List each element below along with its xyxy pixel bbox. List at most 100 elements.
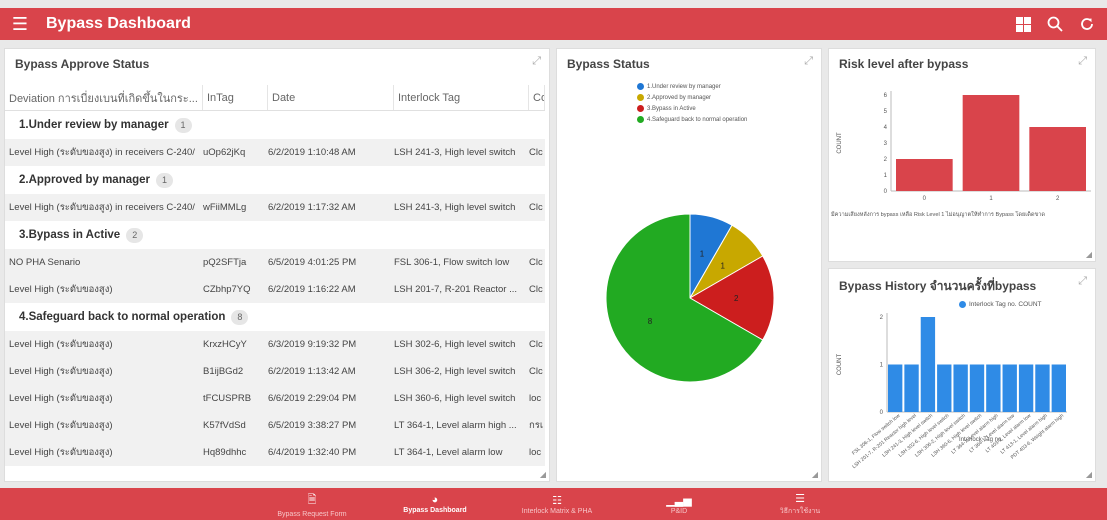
menu-icon[interactable]: ☰ [0,14,40,35]
table-row[interactable]: Level High (ระดับของสูง) KrxzHCyY 6/3/2019… [5,331,545,358]
table-cell: Hq89dhhc [203,447,247,458]
x-tick-label: 1 [989,196,993,202]
table-row[interactable]: Level High (ระดับของสูง) Hq89dhhc 6/4/2019… [5,439,545,466]
table-cell: LSH 302-6, High level switch [394,339,516,350]
risk-bar[interactable] [962,95,1020,191]
table-cell: loc [529,393,542,404]
group-label: 4.Safeguard back to normal operation [19,311,226,323]
y-tick-label: 1 [884,173,888,179]
nav-item[interactable]: ☷ Interlock Matrix & PHA [502,488,612,520]
top-app-bar: ☰ Bypass Dashboard [0,8,1107,40]
risk-bar[interactable] [896,159,953,191]
table-cell: Level High (ระดับของสูง) in receivers C-… [9,147,195,158]
group-header[interactable]: 4.Safeguard back to normal operation 8 [5,303,545,331]
resize-handle-icon[interactable]: ◢ [1086,250,1092,259]
table-cell: 6/6/2019 2:29:04 PM [268,393,357,404]
history-bar[interactable] [937,364,952,413]
matrix-icon: ☷ [552,494,562,507]
pid-icon: ▁▃▅ [666,494,692,507]
group-count-badge: 2 [126,227,144,243]
table-row[interactable]: Level High (ระดับของสูง) tFCUSPRB 6/6/2019… [5,385,545,412]
column-header[interactable]: Co [529,85,545,110]
table-cell: 6/2/2019 1:10:48 AM [268,147,356,158]
nav-item[interactable]: ☰ วิธีการใช้งาน [745,488,855,520]
group-header[interactable]: 3.Bypass in Active 2 [5,221,545,249]
table-cell: LT 364-1, Level alarm low [394,447,503,458]
column-header[interactable]: Date [268,85,394,110]
table-cell: 6/2/2019 1:17:32 AM [268,202,356,213]
table-row[interactable]: Level High (ระดับของสูง) B1ijBGd2 6/2/2019… [5,358,545,385]
nav-item[interactable]: ◕ Bypass Dashboard [380,488,490,520]
group-header[interactable]: 2.Approved by manager 1 [5,166,545,194]
approve-table: Deviation การเบี่ยงเบนที่เกิดขึ้นในกระ..… [5,85,545,466]
table-row[interactable]: Level High (ระดับของสูง) K57fVdSd 6/5/2019… [5,412,545,439]
search-icon[interactable] [1047,16,1063,32]
history-bar[interactable] [904,364,919,413]
bottom-nav: 🗎 Bypass Request Form ◕ Bypass Dashboard ☷ In… [0,488,1107,520]
resize-handle-icon[interactable]: ◢ [1086,470,1092,479]
table-cell: FSL 306-1, Flow switch low [394,257,510,268]
list-icon: ☰ [795,492,805,505]
refresh-icon[interactable] [1079,16,1095,32]
table-cell: uOp62jKq [203,147,246,158]
history-bar-chart: 012COUNTFSL 306-1, Flow switch lowLSH 20… [837,313,1067,470]
table-cell: B1ijBGd2 [203,366,244,377]
history-bar[interactable] [953,364,968,413]
table-cell: Clc [529,257,543,268]
risk-bar[interactable] [1029,127,1086,191]
table-cell: Level High (ระดับของสูง) [9,393,113,404]
nav-item[interactable]: ▁▃▅ P&ID [624,488,734,520]
x-tick-label: 2 [1056,196,1060,202]
grid-view-icon[interactable] [1016,16,1031,32]
column-header[interactable]: InTag [203,85,268,110]
history-bar[interactable] [986,364,1001,413]
table-row[interactable]: Level High (ระดับของสูง) in receivers C-… [5,139,545,166]
group-label: 1.Under review by manager [19,119,169,131]
y-tick-label: 2 [880,315,884,321]
table-header: Deviation การเบี่ยงเบนที่เกิดขึ้นในกระ..… [5,85,545,111]
table-cell: Clc [529,284,543,295]
table-cell: Level High (ระดับของสูง) [9,284,113,295]
top-bar-actions [1016,16,1107,32]
group-label: 2.Approved by manager [19,174,151,186]
group-header[interactable]: 1.Under review by manager 1 [5,111,545,139]
y-tick-label: 4 [884,125,888,131]
table-cell: Level High (ระดับของสูง) in receivers C-… [9,202,195,213]
resize-handle-icon[interactable]: ◢ [540,470,546,479]
history-bar[interactable] [1035,364,1050,413]
history-bar[interactable] [888,364,903,413]
status-pie-chart: 1 1 2 8 [605,213,775,383]
history-bar[interactable] [1002,364,1017,413]
table-row[interactable]: Level High (ระดับของสูง) in receivers C-… [5,194,545,221]
history-bar[interactable] [1018,364,1034,413]
table-cell: LT 364-1, Level alarm high ... [394,420,517,431]
y-tick-label: 0 [884,189,888,195]
table-cell: KrxzHCyY [203,339,247,350]
table-cell: LSH 241-3, High level switch [394,147,516,158]
column-header[interactable]: Deviation การเบี่ยงเบนที่เกิดขึ้นในกระ..… [5,85,203,110]
group-count-badge: 8 [231,309,249,325]
history-bar[interactable] [920,317,936,412]
column-header[interactable]: Interlock Tag [394,85,529,110]
bypass-history-panel: Bypass History จำนวนครั้งที่bypass ⤢ Int… [828,268,1096,482]
pie-data-label: 2 [734,294,739,303]
table-row[interactable]: NO PHA Senario pQ2SFTja 6/5/2019 4:01:25 P… [5,249,545,276]
history-bar[interactable] [1051,364,1066,413]
pie-data-label: 8 [648,317,653,326]
table-cell: LSH 201-7, R-201 Reactor ... [394,284,518,295]
form-icon: 🗎 [307,493,317,506]
history-bar[interactable] [969,364,985,413]
table-cell: Clc [529,202,543,213]
expand-icon[interactable]: ⤢ [532,55,541,68]
table-cell: LSH 241-3, High level switch [394,202,516,213]
table-cell: tFCUSPRB [203,393,252,404]
table-cell: 6/3/2019 9:19:32 PM [268,339,357,350]
table-row[interactable]: Level High (ระดับของสูง) CZbhp7YQ 6/2/2019… [5,276,545,303]
page-title: Bypass Dashboard [46,15,191,32]
nav-item-label: Bypass Dashboard [403,507,467,514]
nav-item[interactable]: 🗎 Bypass Request Form [257,488,367,520]
y-tick-label: 0 [880,410,884,416]
resize-handle-icon[interactable]: ◢ [812,470,818,479]
x-axis-label: Interlock Tag no. [959,437,1003,443]
y-axis-label: COUNT [837,354,843,376]
